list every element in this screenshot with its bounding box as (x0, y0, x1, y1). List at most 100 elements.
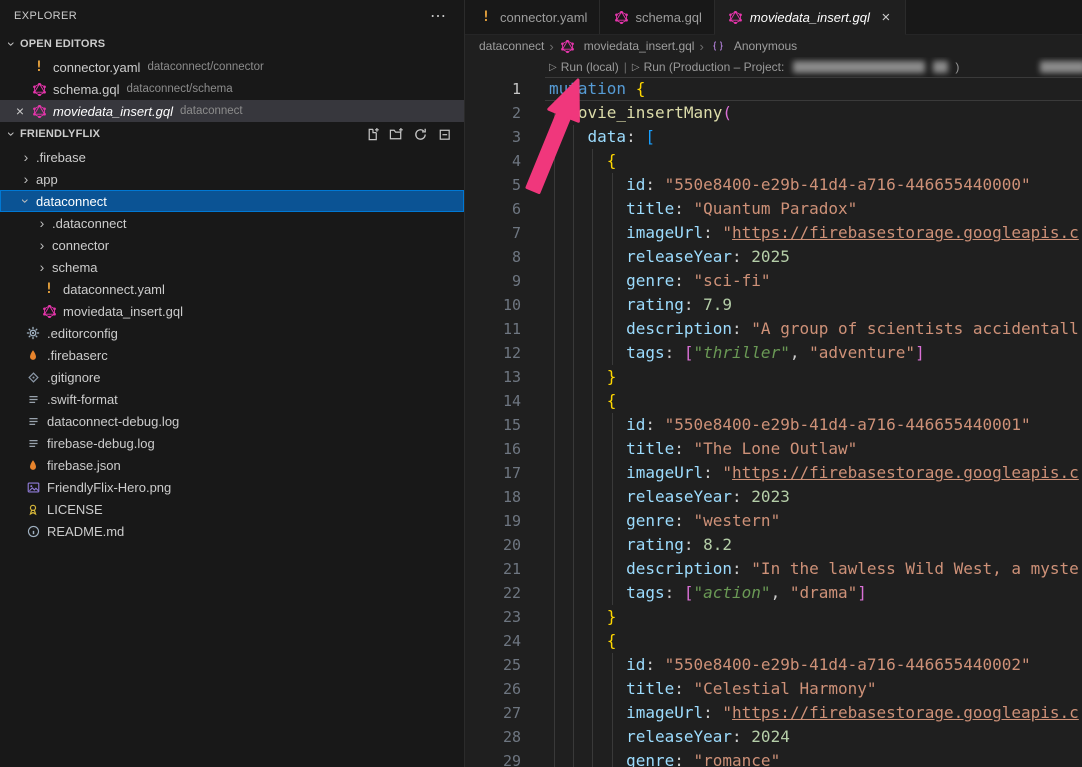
code-line-15[interactable]: 15 id: "550e8400-e29b-41d4-a716-44665544… (465, 413, 1082, 437)
code-line-17[interactable]: 17 imageUrl: "https://firebasestorage.go… (465, 461, 1082, 485)
code-line-18[interactable]: 18 releaseYear: 2023 (465, 485, 1082, 509)
line-number: 12 (465, 341, 521, 365)
code-line-27[interactable]: 27 imageUrl: "https://firebasestorage.go… (465, 701, 1082, 725)
open-editors-header[interactable]: › OPEN EDITORS (0, 32, 464, 56)
code-line-2[interactable]: 2 movie_insertMany( (465, 101, 1082, 125)
new-file-icon[interactable] (365, 127, 380, 142)
line-number: 19 (465, 509, 521, 533)
open-editors-list: !connector.yamldataconnect/connectorsche… (0, 56, 464, 122)
code-line-4[interactable]: 4 { (465, 149, 1082, 173)
tab-schema.gql[interactable]: schema.gql (600, 0, 714, 34)
tree-item-connector[interactable]: ›connector (0, 234, 464, 256)
tree-item-label: firebase.json (47, 458, 121, 473)
git-icon (24, 371, 42, 384)
breadcrumb-item-dataconnect[interactable]: dataconnect (479, 39, 544, 53)
breadcrumb-separator: › (699, 39, 703, 54)
code-line-22[interactable]: 22 tags: ["action", "drama"] (465, 581, 1082, 605)
breadcrumb-item-Anonymous[interactable]: Anonymous (709, 39, 797, 53)
tab-moviedata_insert.gql[interactable]: moviedata_insert.gql × (715, 0, 906, 34)
code-line-3[interactable]: 3 data: [ (465, 125, 1082, 149)
chevron-right-icon: › (18, 171, 34, 187)
tree-item-label: .firebase (36, 150, 86, 165)
tree-item-.editorconfig[interactable]: .editorconfig (0, 322, 464, 344)
code-line-11[interactable]: 11 description: "A group of scientists a… (465, 317, 1082, 341)
file-path: dataconnect/schema (126, 83, 232, 95)
more-actions-icon[interactable]: ⋯ (426, 6, 450, 26)
tree-item-README.md[interactable]: README.md (0, 520, 464, 542)
line-number: 8 (465, 245, 521, 269)
tree-item-.swift-format[interactable]: .swift-format (0, 388, 464, 410)
tree-item-dataconnect[interactable]: ›dataconnect (0, 190, 464, 212)
tab-connector.yaml[interactable]: !connector.yaml (465, 0, 600, 34)
file-path: dataconnect/connector (147, 61, 263, 73)
code-line-26[interactable]: 26 title: "Celestial Harmony" (465, 677, 1082, 701)
line-number: 23 (465, 605, 521, 629)
code-lines[interactable]: 1mutation {2 movie_insertMany(3 data: [4… (465, 77, 1082, 767)
line-number: 6 (465, 197, 521, 221)
graphql-icon (559, 40, 577, 53)
tree-item-schema[interactable]: ›schema (0, 256, 464, 278)
close-editor-icon[interactable]: × (12, 103, 28, 119)
code-line-16[interactable]: 16 title: "The Lone Outlaw" (465, 437, 1082, 461)
tree-item-.firebase[interactable]: ›.firebase (0, 146, 464, 168)
run-local-link[interactable]: ▷ Run (local) (549, 60, 619, 74)
open-editor-connector.yaml[interactable]: !connector.yamldataconnect/connector (0, 56, 464, 78)
tree-item-label: FriendlyFlix-Hero.png (47, 480, 171, 495)
run-production-link[interactable]: ▷ Run (Production – Project: ) (632, 60, 959, 74)
close-tab-icon[interactable]: × (879, 9, 893, 26)
tree-item-.firebaserc[interactable]: .firebaserc (0, 344, 464, 366)
tree-item-LICENSE[interactable]: LICENSE (0, 498, 464, 520)
code-line-23[interactable]: 23 } (465, 605, 1082, 629)
line-number: 2 (465, 101, 521, 125)
operation-symbol-icon (709, 40, 727, 52)
code-line-25[interactable]: 25 id: "550e8400-e29b-41d4-a716-44665544… (465, 653, 1082, 677)
code-line-9[interactable]: 9 genre: "sci-fi" (465, 269, 1082, 293)
new-folder-icon[interactable] (389, 127, 404, 142)
tab-label: moviedata_insert.gql (750, 10, 870, 25)
code-line-28[interactable]: 28 releaseYear: 2024 (465, 725, 1082, 749)
tree-item-label: LICENSE (47, 502, 103, 517)
document-lines-icon (24, 393, 42, 406)
tree-item-label: app (36, 172, 58, 187)
line-number: 14 (465, 389, 521, 413)
code-line-8[interactable]: 8 releaseYear: 2025 (465, 245, 1082, 269)
code-line-5[interactable]: 5 id: "550e8400-e29b-41d4-a716-446655440… (465, 173, 1082, 197)
code-line-6[interactable]: 6 title: "Quantum Paradox" (465, 197, 1082, 221)
code-line-12[interactable]: 12 tags: ["thriller", "adventure"] (465, 341, 1082, 365)
code-line-10[interactable]: 10 rating: 7.9 (465, 293, 1082, 317)
code-line-24[interactable]: 24 { (465, 629, 1082, 653)
collapse-all-icon[interactable] (437, 127, 452, 142)
open-editors-label: OPEN EDITORS (20, 38, 105, 50)
code-line-21[interactable]: 21 description: "In the lawless Wild Wes… (465, 557, 1082, 581)
tree-item-dataconnect-debug.log[interactable]: dataconnect-debug.log (0, 410, 464, 432)
project-header[interactable]: › FRIENDLYFLIX (0, 122, 464, 146)
tree-item-moviedata_insert.gql[interactable]: moviedata_insert.gql (0, 300, 464, 322)
tree-item-dataconnect.yaml[interactable]: !dataconnect.yaml (0, 278, 464, 300)
code-line-7[interactable]: 7 imageUrl: "https://firebasestorage.goo… (465, 221, 1082, 245)
line-number: 26 (465, 677, 521, 701)
code-line-1[interactable]: 1mutation { (465, 77, 1082, 101)
code-line-29[interactable]: 29 genre: "romance" (465, 749, 1082, 767)
play-icon: ▷ (632, 62, 640, 73)
code-line-19[interactable]: 19 genre: "western" (465, 509, 1082, 533)
code-line-13[interactable]: 13 } (465, 365, 1082, 389)
yaml-warning-icon: ! (40, 281, 58, 297)
tree-item-app[interactable]: ›app (0, 168, 464, 190)
tree-item-.gitignore[interactable]: .gitignore (0, 366, 464, 388)
tree-item-firebase.json[interactable]: firebase.json (0, 454, 464, 476)
code-editor[interactable]: ▷ Run (local) | ▷ Run (Production – Proj… (465, 57, 1082, 767)
tree-item-label: moviedata_insert.gql (63, 304, 183, 319)
open-editor-schema.gql[interactable]: schema.gqldataconnect/schema (0, 78, 464, 100)
open-editor-moviedata_insert.gql[interactable]: ×moviedata_insert.gqldataconnect (0, 100, 464, 122)
code-line-14[interactable]: 14 { (465, 389, 1082, 413)
breadcrumb-label: Anonymous (734, 39, 797, 53)
info-icon (24, 525, 42, 538)
line-number: 11 (465, 317, 521, 341)
code-line-20[interactable]: 20 rating: 8.2 (465, 533, 1082, 557)
breadcrumb: dataconnect›moviedata_insert.gql›Anonymo… (465, 35, 1082, 57)
refresh-icon[interactable] (413, 127, 428, 142)
breadcrumb-item-moviedata_insert.gql[interactable]: moviedata_insert.gql (559, 39, 695, 53)
tree-item-FriendlyFlix-Hero.png[interactable]: FriendlyFlix-Hero.png (0, 476, 464, 498)
tree-item-.dataconnect[interactable]: ›.dataconnect (0, 212, 464, 234)
tree-item-firebase-debug.log[interactable]: firebase-debug.log (0, 432, 464, 454)
